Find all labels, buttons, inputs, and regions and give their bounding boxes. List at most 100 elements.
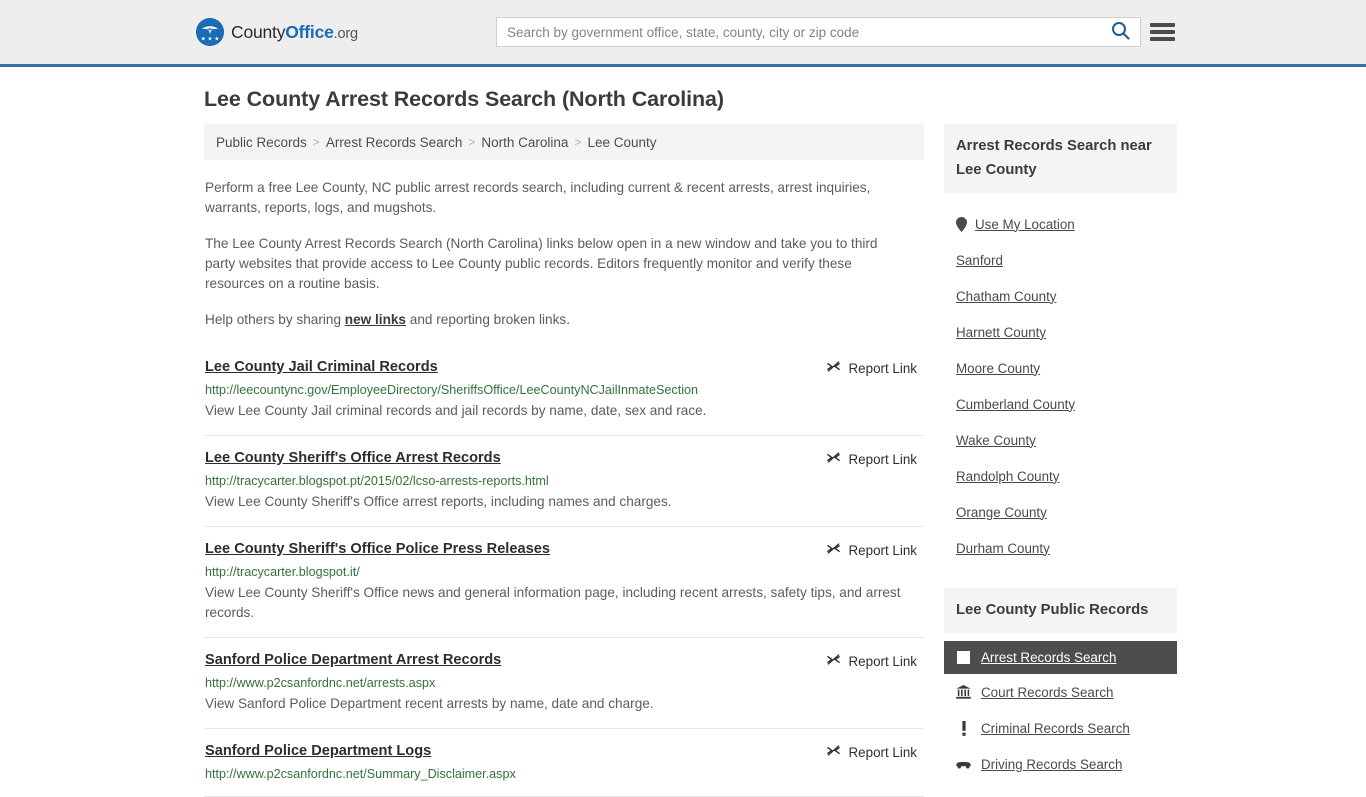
search-input[interactable] bbox=[497, 18, 1100, 46]
result-header: Lee County Jail Criminal Records Report … bbox=[205, 358, 924, 377]
site-brand-text: CountyOffice.org bbox=[231, 22, 358, 43]
breadcrumb: Public Records > Arrest Records Search >… bbox=[204, 124, 924, 160]
sidebar-item-durham-county[interactable]: Durham County bbox=[944, 530, 1177, 566]
eagle-seal-logo-icon bbox=[196, 18, 224, 46]
intro-paragraph-2: The Lee County Arrest Records Search (No… bbox=[205, 236, 878, 291]
sidebar-item-driving-records-search[interactable]: Driving Records Search bbox=[944, 746, 1177, 782]
sidebar-item-wake-county[interactable]: Wake County bbox=[944, 422, 1177, 458]
search-bar[interactable] bbox=[496, 17, 1141, 47]
exclamation-icon bbox=[956, 720, 971, 736]
report-link-label: Report Link bbox=[848, 653, 917, 669]
result-title-link[interactable]: Sanford Police Department Arrest Records bbox=[205, 651, 501, 669]
sidebar-near-list: Use My Location Sanford Chatham County H… bbox=[944, 206, 1177, 566]
brand-county: County bbox=[231, 21, 286, 42]
report-link-button[interactable]: Report Link bbox=[826, 743, 917, 761]
page-title: Lee County Arrest Records Search (North … bbox=[204, 87, 724, 111]
breadcrumb-item-north-carolina[interactable]: North Carolina bbox=[481, 135, 568, 150]
sidebar-item-criminal-records-search[interactable]: Criminal Records Search bbox=[944, 710, 1177, 746]
main-column: Public Records > Arrest Records Search >… bbox=[204, 124, 924, 797]
sidebar-item-harnett-county[interactable]: Harnett County bbox=[944, 314, 1177, 350]
result-url[interactable]: http://tracycarter.blogspot.it/ bbox=[205, 564, 924, 580]
sidebar-near-link[interactable]: Wake County bbox=[956, 433, 1036, 448]
brand-office: Office bbox=[285, 21, 334, 42]
sidebar-near-link[interactable]: Orange County bbox=[956, 505, 1047, 520]
sidebar-near-link[interactable]: Moore County bbox=[956, 361, 1040, 376]
result-title-link[interactable]: Lee County Sheriff's Office Arrest Recor… bbox=[205, 449, 501, 467]
sidebar-pr-link[interactable]: Court Records Search bbox=[981, 685, 1113, 700]
sidebar-near-link[interactable]: Durham County bbox=[956, 541, 1050, 556]
hamburger-menu-icon-bar bbox=[1150, 37, 1175, 41]
sidebar-item-sanford[interactable]: Sanford bbox=[944, 242, 1177, 278]
result-item: Lee County Jail Criminal Records Report … bbox=[204, 345, 924, 436]
sidebar-near-link[interactable]: Use My Location bbox=[975, 217, 1075, 232]
result-title-link[interactable]: Lee County Jail Criminal Records bbox=[205, 358, 438, 376]
result-header: Sanford Police Department Logs Report Li… bbox=[205, 742, 924, 761]
result-url[interactable]: http://leecountync.gov/EmployeeDirectory… bbox=[205, 382, 924, 398]
result-description: View Lee County Sheriff's Office arrest … bbox=[205, 494, 672, 509]
sidebar-item-chatham-county[interactable]: Chatham County bbox=[944, 278, 1177, 314]
result-title-link[interactable]: Sanford Police Department Logs bbox=[205, 742, 431, 760]
report-link-label: Report Link bbox=[848, 744, 917, 760]
result-description: View Lee County Jail criminal records an… bbox=[205, 403, 707, 418]
sidebar-item-arrest-records-search[interactable]: Arrest Records Search bbox=[944, 641, 1177, 674]
report-link-button[interactable]: Report Link bbox=[826, 652, 917, 670]
result-header: Sanford Police Department Arrest Records… bbox=[205, 651, 924, 670]
result-title-link[interactable]: Lee County Sheriff's Office Police Press… bbox=[205, 540, 550, 558]
content-row: Public Records > Arrest Records Search >… bbox=[204, 124, 1366, 797]
sidebar-near-link[interactable]: Cumberland County bbox=[956, 397, 1075, 412]
result-item: Lee County Sheriff's Office Police Press… bbox=[204, 527, 924, 638]
report-link-button[interactable]: Report Link bbox=[826, 541, 917, 559]
intro-paragraph-1: Perform a free Lee County, NC public arr… bbox=[205, 180, 871, 215]
intro-text-before: Help others by sharing bbox=[205, 312, 345, 327]
sidebar: Arrest Records Search near Lee County Us… bbox=[944, 124, 1177, 797]
search-icon bbox=[1111, 21, 1130, 43]
results-list: Lee County Jail Criminal Records Report … bbox=[204, 345, 924, 797]
result-header: Lee County Sheriff's Office Arrest Recor… bbox=[205, 449, 924, 468]
breadcrumb-item-lee-county[interactable]: Lee County bbox=[587, 135, 656, 150]
sidebar-near-link[interactable]: Randolph County bbox=[956, 469, 1059, 484]
sidebar-item-randolph-county[interactable]: Randolph County bbox=[944, 458, 1177, 494]
intro-text-after: and reporting broken links. bbox=[406, 312, 570, 327]
result-url[interactable]: http://www.p2csanfordnc.net/arrests.aspx bbox=[205, 675, 924, 691]
sidebar-item-moore-county[interactable]: Moore County bbox=[944, 350, 1177, 386]
sidebar-pr-link[interactable]: Criminal Records Search bbox=[981, 721, 1130, 736]
sidebar-pr-link[interactable]: Arrest Records Search bbox=[981, 650, 1116, 665]
sidebar-near-link[interactable]: Sanford bbox=[956, 253, 1003, 268]
sidebar-near-link[interactable]: Harnett County bbox=[956, 325, 1046, 340]
result-url[interactable]: http://tracycarter.blogspot.pt/2015/02/l… bbox=[205, 473, 924, 489]
hamburger-menu-icon-bar bbox=[1150, 30, 1175, 34]
report-link-label: Report Link bbox=[848, 360, 917, 376]
sidebar-item-court-records-search[interactable]: Court Records Search bbox=[944, 674, 1177, 710]
report-link-button[interactable]: Report Link bbox=[826, 450, 917, 468]
breadcrumb-item-public-records[interactable]: Public Records bbox=[216, 135, 307, 150]
breadcrumb-separator: > bbox=[312, 135, 320, 149]
sidebar-item-orange-county[interactable]: Orange County bbox=[944, 494, 1177, 530]
sidebar-item-use-my-location[interactable]: Use My Location bbox=[944, 206, 1177, 242]
report-link-label: Report Link bbox=[848, 542, 917, 558]
result-header: Lee County Sheriff's Office Police Press… bbox=[205, 540, 924, 559]
site-logo-link[interactable]: CountyOffice.org bbox=[196, 18, 358, 46]
new-links-link[interactable]: new links bbox=[345, 312, 406, 327]
broken-link-icon bbox=[826, 450, 841, 468]
result-url[interactable]: http://www.p2csanfordnc.net/Summary_Disc… bbox=[205, 766, 924, 782]
sidebar-near-link[interactable]: Chatham County bbox=[956, 289, 1056, 304]
hamburger-menu-button[interactable] bbox=[1150, 20, 1175, 44]
breadcrumb-separator: > bbox=[574, 135, 582, 149]
sidebar-pr-link[interactable]: Driving Records Search bbox=[981, 757, 1122, 772]
intro-paragraph-3: Help others by sharing new links and rep… bbox=[204, 310, 904, 330]
result-description: View Sanford Police Department recent ar… bbox=[205, 696, 654, 711]
breadcrumb-item-arrest-records-search[interactable]: Arrest Records Search bbox=[326, 135, 463, 150]
result-item: Lee County Sheriff's Office Arrest Recor… bbox=[204, 436, 924, 527]
brand-org: .org bbox=[333, 25, 358, 42]
broken-link-icon bbox=[826, 652, 841, 670]
breadcrumb-separator: > bbox=[468, 135, 476, 149]
report-link-button[interactable]: Report Link bbox=[826, 359, 917, 377]
result-item: Sanford Police Department Logs Report Li… bbox=[204, 729, 924, 797]
search-button[interactable] bbox=[1100, 18, 1140, 46]
site-header: CountyOffice.org bbox=[0, 0, 1366, 67]
broken-link-icon bbox=[826, 541, 841, 559]
sidebar-item-cumberland-county[interactable]: Cumberland County bbox=[944, 386, 1177, 422]
square-icon bbox=[956, 651, 971, 664]
result-description: View Lee County Sheriff's Office news an… bbox=[205, 585, 901, 620]
sidebar-public-records-list: Arrest Records Search Court Records Sear… bbox=[944, 641, 1177, 782]
